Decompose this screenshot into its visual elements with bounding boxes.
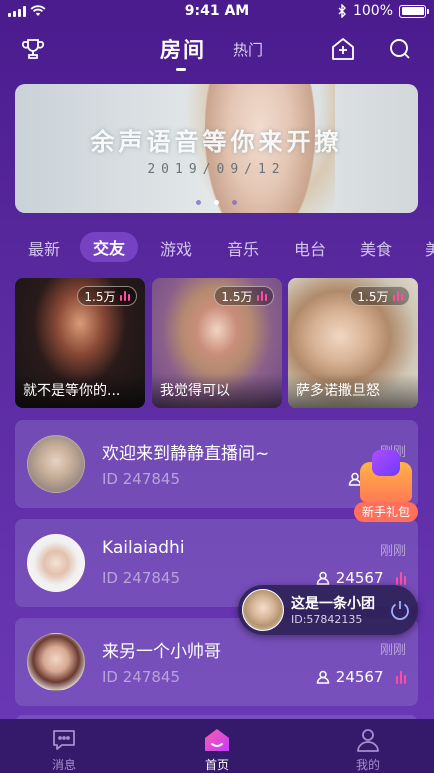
- listener-count: 1.5万: [84, 289, 116, 304]
- banner-date: 2019/09/12: [147, 162, 286, 177]
- listener-badge: 1.5万: [77, 286, 137, 306]
- mini-player-id: ID:57842135: [291, 613, 363, 626]
- room-time: 刚刚: [379, 544, 406, 559]
- room-title: Kailaiadhi: [102, 538, 185, 558]
- category-tab[interactable]: 最新: [28, 236, 60, 260]
- avatar: [242, 589, 284, 631]
- profile-icon: [354, 727, 382, 753]
- status-bar: 9:41 AM 100%: [0, 0, 434, 22]
- tabbar-label: 首页: [204, 758, 229, 772]
- search-icon[interactable]: [383, 32, 417, 66]
- tab-hot[interactable]: 热门: [233, 39, 263, 60]
- mini-player[interactable]: 这是一条小团 ID:57842135: [238, 585, 418, 635]
- audio-bars-icon: [395, 670, 406, 684]
- newbie-gift-button[interactable]: 新手礼包: [354, 450, 418, 522]
- trophy-icon[interactable]: [16, 32, 50, 66]
- room-id: ID 247845: [102, 470, 181, 488]
- signal-icon: [8, 5, 26, 17]
- avatar: [27, 435, 85, 493]
- room-title: 来另一个小帅哥: [102, 642, 221, 662]
- banner-dot[interactable]: [232, 200, 237, 205]
- featured-rooms: 1.5万 就不是等你的... 1.5万 我觉得可以 1.5万 萨多诺撒旦怒: [15, 278, 418, 408]
- status-right: 100%: [338, 3, 429, 19]
- tabbar-item-home[interactable]: 首页: [187, 727, 247, 773]
- featured-title: 萨多诺撒旦怒: [288, 374, 418, 408]
- featured-title: 就不是等你的...: [15, 374, 145, 408]
- banner-title: 余声语音等你来开撩: [90, 128, 343, 156]
- category-tab[interactable]: 音乐: [227, 236, 259, 260]
- create-room-icon[interactable]: [326, 32, 360, 66]
- gift-label: 新手礼包: [354, 502, 418, 522]
- tabbar-label: 我的: [355, 758, 380, 772]
- featured-title: 我觉得可以: [152, 374, 282, 408]
- banner-pagination: [15, 200, 418, 205]
- tabbar-item-profile[interactable]: 我的: [338, 727, 398, 773]
- promo-banner[interactable]: 余声语音等你来开撩 2019/09/12: [15, 84, 418, 213]
- mini-player-title: 这是一条小团: [291, 596, 375, 612]
- featured-card[interactable]: 1.5万 萨多诺撒旦怒: [288, 278, 418, 408]
- category-tab[interactable]: 美: [425, 236, 434, 260]
- message-icon: [50, 727, 78, 753]
- status-left: [8, 5, 46, 17]
- listener-count: 1.5万: [357, 289, 389, 304]
- tab-rooms[interactable]: 房间: [160, 34, 206, 64]
- battery-icon: [399, 4, 429, 18]
- room-id: ID 247845: [102, 668, 181, 686]
- listener-badge: 1.5万: [350, 286, 410, 306]
- featured-card[interactable]: 1.5万 就不是等你的...: [15, 278, 145, 408]
- room-title: 欢迎来到静静直播间~: [102, 444, 270, 464]
- room-listener-count: 24567: [316, 668, 406, 686]
- category-tab[interactable]: 电台: [294, 236, 326, 260]
- gift-bubble-icon: [372, 450, 400, 476]
- home-icon: [203, 727, 231, 753]
- category-tab[interactable]: 美食: [360, 236, 392, 260]
- tabbar-item-messages[interactable]: 消息: [34, 727, 94, 773]
- banner-dot-active[interactable]: [214, 200, 219, 205]
- avatar: [27, 534, 85, 592]
- listener-count: 24567: [335, 668, 384, 686]
- wifi-icon: [30, 5, 46, 16]
- audio-bars-icon: [256, 291, 267, 301]
- category-tabs: 最新 交友 游戏 音乐 电台 美食 美: [0, 232, 434, 262]
- top-nav: 房间 热门: [0, 28, 434, 72]
- bottom-tab-bar: 消息 首页 我的: [0, 719, 434, 773]
- featured-card[interactable]: 1.5万 我觉得可以: [152, 278, 282, 408]
- listener-badge: 1.5万: [214, 286, 274, 306]
- user-icon: [316, 670, 330, 684]
- banner-dot[interactable]: [196, 200, 201, 205]
- battery-percent: 100%: [352, 3, 393, 19]
- audio-bars-icon: [395, 571, 406, 585]
- user-icon: [316, 571, 330, 585]
- room-id: ID 247845: [102, 569, 181, 587]
- category-tab[interactable]: 游戏: [160, 236, 192, 260]
- category-tab-active[interactable]: 交友: [80, 232, 139, 262]
- audio-bars-icon: [392, 291, 403, 301]
- tabbar-label: 消息: [51, 758, 76, 772]
- listener-count: 1.5万: [221, 289, 253, 304]
- audio-bars-icon: [119, 291, 130, 301]
- bluetooth-icon: [338, 4, 346, 18]
- status-time: 9:41 AM: [184, 3, 250, 19]
- power-icon[interactable]: [388, 598, 412, 622]
- avatar: [27, 633, 85, 691]
- room-time: 刚刚: [379, 643, 406, 658]
- tab-active-indicator: [176, 68, 186, 71]
